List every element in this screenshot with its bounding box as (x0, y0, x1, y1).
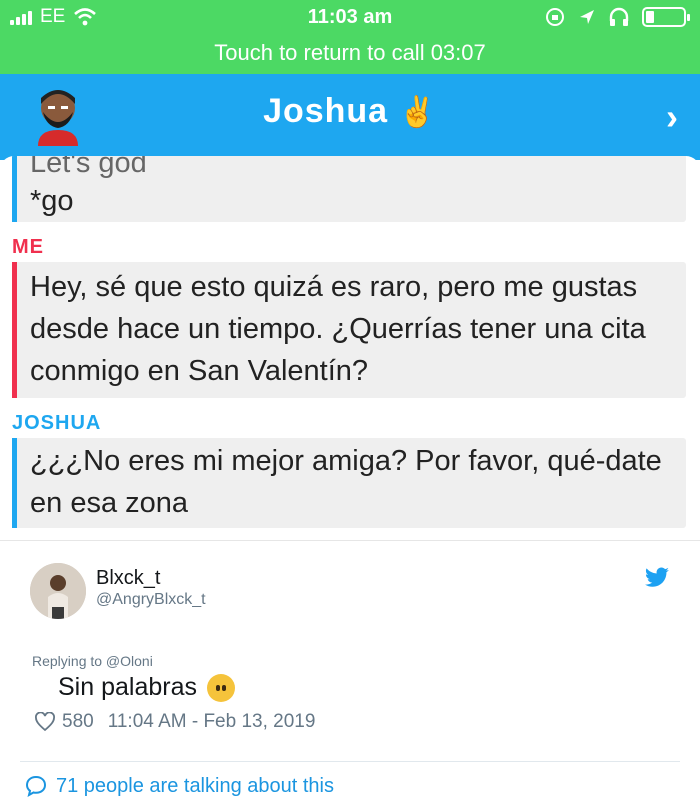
chevron-right-icon[interactable]: › (666, 96, 678, 138)
heart-icon[interactable] (34, 712, 56, 732)
message-accent-bar (12, 262, 17, 398)
message-accent-bar (12, 438, 17, 528)
face-without-mouth-emoji-icon (206, 673, 235, 702)
status-bar: EE 11:03 am (0, 0, 700, 36)
chat-message: Let's god *go (12, 156, 686, 222)
chat-header: Joshua ✌ › (0, 74, 700, 160)
message-text: ¿¿¿No eres mi mejor amiga? Por favor, qu… (30, 445, 662, 519)
tweet-meta: 580 11:04 AM - Feb 13, 2019 (34, 711, 315, 733)
twitter-bird-icon[interactable] (644, 567, 670, 589)
rotation-lock-icon (546, 8, 564, 26)
tweet-text-content: Sin palabras (58, 673, 197, 701)
headphones-icon (609, 7, 629, 26)
sender-label: ME (12, 236, 44, 258)
return-to-call-banner[interactable]: Touch to return to call 03:07 (0, 36, 700, 74)
speech-bubble-icon (25, 775, 47, 797)
sender-label: JOSHUA (12, 412, 102, 434)
chat-contact-name: Joshua (263, 92, 389, 130)
chat-message: ¿¿¿No eres mi mejor amiga? Por favor, qu… (12, 438, 686, 528)
message-accent-bar (12, 156, 17, 222)
location-icon (580, 10, 594, 24)
battery-icon (642, 7, 690, 27)
tweet-text: Sin palabras (58, 673, 235, 702)
chat-message: Hey, sé que esto quizá es raro, pero me … (12, 262, 686, 398)
tweet-display-name[interactable]: Blxck_t (96, 567, 160, 590)
chat-card: Let's god *go ME Hey, sé que esto quizá … (0, 156, 700, 541)
chat-title: Joshua ✌ (0, 92, 700, 131)
replying-to[interactable]: Replying to @Oloni (32, 653, 153, 669)
tweet-timestamp[interactable]: 11:04 AM - Feb 13, 2019 (108, 711, 316, 733)
peace-sign-icon: ✌ (398, 96, 437, 129)
tweet-card: Blxck_t @AngryBlxck_t Replying to @Oloni… (0, 541, 700, 811)
divider (20, 761, 680, 762)
status-right (544, 6, 690, 28)
message-text: Hey, sé que esto quizá es raro, pero me … (30, 271, 646, 387)
profile-photo-icon (30, 563, 86, 619)
avatar[interactable] (30, 563, 86, 619)
talking-count-label: 71 people are talking about this (56, 774, 334, 797)
tweet-handle[interactable]: @AngryBlxck_t (96, 591, 206, 609)
conversation-link[interactable]: 71 people are talking about this (24, 774, 334, 798)
message-line: *go (30, 185, 74, 217)
like-count: 580 (62, 711, 94, 732)
